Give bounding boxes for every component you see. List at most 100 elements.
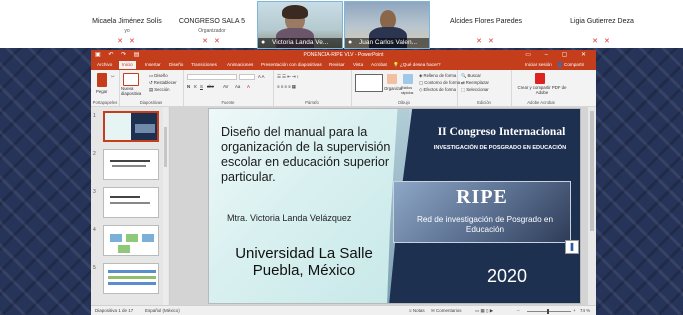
bold-icon[interactable]: N	[187, 84, 190, 89]
participant-role: Organizador	[198, 28, 226, 34]
quick-styles-button[interactable]: Estilos rápidos	[401, 86, 417, 96]
layout-button[interactable]: ▭ Diseño	[149, 73, 168, 79]
slide-thumbnail[interactable]	[103, 149, 159, 180]
bullets-icon[interactable]: ☰ ☰ ⇤ ⇥ ↕	[277, 74, 299, 80]
tab-inicio[interactable]: Inicio	[119, 61, 136, 69]
video-tile[interactable]: ● Juan Carlos Valen...	[344, 1, 430, 49]
group-clipboard: Pegar ✂ Portapapeles	[91, 70, 120, 106]
tab-transiciones[interactable]: Transiciones	[191, 62, 217, 67]
group-drawing: Organizar Estilos rápidos ◈ Relleno de f…	[351, 70, 460, 106]
ripe-logo: RIPE Red de investigación de Posgrado en…	[393, 181, 571, 243]
notes-button[interactable]: ≡ Notas	[409, 308, 425, 313]
shapes-gallery[interactable]	[355, 74, 383, 92]
slide-thumbnail[interactable]	[103, 263, 159, 294]
window-title: PONENCIA-RIPE VLV - PowerPoint	[303, 52, 384, 58]
slide-congress-subtitle: INVESTIGACIÓN DE POSGRADO EN EDUCACIÓN	[433, 145, 567, 151]
tab-acrobat[interactable]: Acrobat	[371, 62, 387, 67]
current-slide[interactable]: Diseño del manual para la organización d…	[208, 108, 581, 304]
strikethrough-icon[interactable]: abc	[207, 84, 214, 89]
ripe-logo-subtitle: Red de investigación de Posgrado en Educ…	[416, 215, 554, 234]
tab-revisar[interactable]: Revisar	[329, 62, 345, 67]
thumbnail-scrollbar[interactable]	[163, 107, 168, 305]
align-icons[interactable]: ≡ ≡ ≡ ≡ ▦	[277, 84, 296, 90]
font-family-select[interactable]	[187, 74, 237, 80]
font-color-icon[interactable]: A	[247, 84, 250, 89]
window-controls[interactable]: ▭ – ▢ ✕	[525, 51, 592, 58]
pdf-icon[interactable]	[535, 73, 545, 84]
mic-icon: ●	[261, 39, 266, 46]
slide-year: 2020	[486, 266, 528, 286]
italic-icon[interactable]: K	[194, 84, 197, 89]
zoom-in-button[interactable]: +	[573, 308, 576, 313]
shape-effects-button[interactable]: ◇ Efectos de forma	[419, 87, 456, 93]
participant-name: Alcides Flores Paredes	[450, 18, 522, 25]
muted-mic-icon: ✕ ✕	[117, 38, 137, 45]
slide-thumbnail[interactable]	[103, 187, 159, 218]
grow-font-icon[interactable]: A A	[258, 74, 264, 79]
participant-tile[interactable]: Ligia Gutierrez Deza ✕ ✕	[542, 0, 662, 48]
slide-counter: Diapositiva 1 de 17	[95, 308, 134, 313]
arrange-icon[interactable]	[387, 74, 397, 84]
share-button[interactable]: 👤 Compartir	[557, 62, 584, 68]
group-editing: 🔍 Buscar ⇄ Reemplazar ⬚ Seleccionar Edic…	[457, 70, 512, 106]
cut-icon[interactable]: ✂	[111, 74, 115, 80]
tab-vista[interactable]: Vista	[353, 62, 363, 67]
tab-archivo[interactable]: Archivo	[97, 62, 112, 67]
muted-mic-icon: ✕ ✕	[202, 38, 222, 45]
thumbnail-number: 2	[93, 151, 96, 157]
zoom-slider[interactable]	[527, 309, 571, 314]
select-button[interactable]: ⬚ Seleccionar	[461, 87, 489, 93]
tell-me-box[interactable]: 💡 ¿Qué desea hacer?	[393, 62, 441, 68]
section-button[interactable]: ▤ Sección	[149, 87, 170, 93]
group-slides: Nueva diapositiva ▭ Diseño ↺ Restablecer…	[119, 70, 184, 106]
paste-icon[interactable]	[97, 73, 107, 87]
participant-name: CONGRESO SALA 5	[178, 18, 246, 25]
view-buttons[interactable]: ▭ ▦ ▯ ▶	[475, 308, 493, 314]
slide-university: Universidad La Salle Puebla, México	[235, 245, 373, 279]
ripe-logo-text: RIPE	[456, 186, 508, 208]
slide-thumbnails-pane: 1 2 3 4 5	[91, 107, 170, 305]
video-tile[interactable]: ● Victoria Landa Ve...	[257, 1, 343, 49]
new-slide-button[interactable]: Nueva diapositiva	[121, 86, 147, 96]
underline-icon[interactable]: S	[200, 84, 203, 89]
sign-in-link[interactable]: Iniciar sesión	[525, 62, 552, 67]
find-button[interactable]: 🔍 Buscar	[461, 73, 481, 79]
mic-icon: ●	[348, 39, 353, 46]
tab-animaciones[interactable]: Animaciones	[227, 62, 253, 67]
zoom-level[interactable]: 74 %	[580, 308, 590, 313]
zoom-out-button[interactable]: –	[517, 308, 520, 313]
shape-outline-button[interactable]: ▢ Contorno de forma	[419, 80, 460, 86]
language-indicator[interactable]: Español (México)	[145, 308, 180, 313]
comments-button[interactable]: ✉ Comentarios	[431, 308, 462, 314]
participant-tile[interactable]: Alcides Flores Paredes ✕ ✕	[430, 0, 542, 48]
slide-author: Mtra. Victoria Landa Velázquez	[227, 213, 352, 223]
participant-tile[interactable]: Micaela Jiménez Solís yo ✕ ✕	[86, 0, 168, 48]
ribbon: Pegar ✂ Portapapeles Nueva diapositiva ▭…	[91, 70, 596, 107]
case-icon[interactable]: Aa	[235, 84, 240, 89]
group-font: A A N K S abc AV Aa A Fuente	[183, 70, 274, 106]
title-bar: ▣ ↶ ↷ ▤ PONENCIA-RIPE VLV - PowerPoint ▭…	[91, 50, 596, 60]
new-slide-icon[interactable]	[123, 73, 139, 86]
tab-insertar[interactable]: Insertar	[145, 62, 161, 67]
spacing-icon[interactable]: AV	[223, 84, 228, 89]
video-name-label: ● Victoria Landa Ve...	[258, 38, 342, 48]
reset-button[interactable]: ↺ Restablecer	[149, 80, 177, 86]
status-bar: Diapositiva 1 de 17 Español (México) ≡ N…	[91, 305, 596, 315]
replace-button[interactable]: ⇄ Reemplazar	[461, 80, 489, 86]
shape-fill-button[interactable]: ◈ Relleno de forma	[419, 73, 456, 79]
thumbnail-number: 4	[93, 227, 96, 233]
thumbnail-number: 3	[93, 189, 96, 195]
thumbnail-number: 1	[93, 113, 96, 119]
quick-styles-icon[interactable]	[403, 74, 413, 84]
bookmark-icon[interactable]: ❚	[565, 240, 579, 254]
participants-strip: Micaela Jiménez Solís yo ✕ ✕ CONGRESO SA…	[0, 0, 683, 49]
canvas-scrollbar[interactable]	[588, 107, 596, 305]
paste-button[interactable]: Pegar	[96, 89, 107, 94]
slide-thumbnail[interactable]	[103, 111, 159, 142]
participant-tile[interactable]: CONGRESO SALA 5 Organizador ✕ ✕	[170, 0, 254, 48]
font-size-select[interactable]	[239, 74, 255, 80]
create-pdf-button[interactable]: Crear y compartir PDF de Adobe	[515, 85, 569, 95]
tab-presentacion[interactable]: Presentación con diapositivas	[261, 62, 322, 67]
tab-diseno[interactable]: Diseño	[169, 62, 183, 67]
slide-thumbnail[interactable]	[103, 225, 159, 256]
